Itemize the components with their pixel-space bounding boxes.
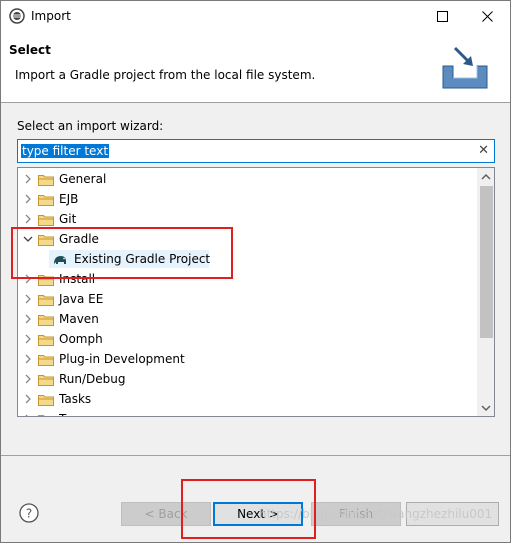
chevron-right-icon[interactable] [23, 394, 33, 404]
tree-folder-label: Run/Debug [59, 372, 126, 386]
folder-icon [38, 215, 54, 226]
filter-input-value: type filter text [21, 144, 110, 158]
wizard-select-label: Select an import wizard: [17, 119, 164, 133]
tree-folder-tasks[interactable]: Tasks [18, 389, 478, 409]
chevron-right-icon[interactable] [23, 294, 33, 304]
page-description: Import a Gradle project from the local f… [15, 68, 316, 82]
chevron-right-icon[interactable] [23, 334, 33, 344]
header-divider [1, 102, 510, 103]
folder-icon [38, 355, 54, 366]
maximize-button[interactable] [419, 1, 465, 32]
tree-folder-ejb[interactable]: EJB [18, 189, 478, 209]
chevron-right-icon[interactable] [23, 414, 33, 417]
chevron-right-icon[interactable] [23, 214, 33, 224]
tree-folder-label: Git [59, 212, 77, 226]
wizard-header: Select Import a Gradle project from the … [1, 32, 510, 102]
folder-icon [38, 295, 54, 306]
folder-icon [38, 175, 54, 186]
tree-folder-label: General [59, 172, 107, 186]
filter-input[interactable]: type filter text ✕ [17, 139, 495, 163]
tree-folder-git[interactable]: Git [18, 209, 478, 229]
chevron-right-icon[interactable] [23, 194, 33, 204]
svg-text:?: ? [26, 507, 32, 521]
tree-folder-maven[interactable]: Maven [18, 309, 478, 329]
chevron-right-icon[interactable] [23, 314, 33, 324]
tree-folder-label: Oomph [59, 332, 103, 346]
chevron-right-icon[interactable] [23, 374, 33, 384]
tree-scrollbar[interactable] [477, 168, 494, 416]
eclipse-icon [9, 8, 25, 24]
close-button[interactable] [464, 1, 510, 32]
folder-icon [38, 395, 54, 406]
chevron-right-icon[interactable] [23, 354, 33, 364]
tree-folder-t[interactable]: T [18, 409, 478, 417]
folder-icon [38, 315, 54, 326]
title-bar: Import [1, 1, 510, 32]
tree-folder-label: Tasks [59, 392, 92, 406]
scroll-down-icon[interactable] [481, 403, 491, 413]
chevron-right-icon[interactable] [23, 174, 33, 184]
tree-folder-label: T [59, 412, 66, 416]
scroll-up-icon[interactable] [481, 172, 491, 182]
tree-folder-label: Java EE [59, 292, 104, 306]
tree-folder-label: EJB [59, 192, 79, 206]
close-icon [481, 11, 493, 22]
footer-divider [1, 455, 510, 456]
tree-folder-plug-in-development[interactable]: Plug-in Development [18, 349, 478, 369]
highlight-box-next [181, 479, 316, 539]
scrollbar-thumb[interactable] [480, 186, 493, 338]
clear-filter-icon[interactable]: ✕ [478, 143, 489, 158]
folder-icon [38, 375, 54, 386]
tree-folder-label: Maven [59, 312, 99, 326]
tree-folder-label: Plug-in Development [59, 352, 185, 366]
tree-folder-oomph[interactable]: Oomph [18, 329, 478, 349]
wizard-tree[interactable]: T Tasks Run/Debug Plug-in Development Oomph M… [17, 167, 495, 417]
help-icon[interactable]: ? [19, 503, 39, 523]
page-title: Select [9, 43, 51, 57]
highlight-box-gradle [11, 227, 233, 279]
window-title: Import [31, 9, 71, 23]
folder-icon [38, 195, 54, 206]
tree-folder-run-debug[interactable]: Run/Debug [18, 369, 478, 389]
tree-folder-general[interactable]: General [18, 169, 478, 189]
tree-folder-java-ee[interactable]: Java EE [18, 289, 478, 309]
import-banner-icon [442, 46, 488, 89]
import-dialog: Import Select Import a Gradle project fr… [0, 0, 511, 543]
folder-icon [38, 335, 54, 346]
maximize-icon [436, 11, 448, 22]
folder-icon [38, 415, 45, 416]
